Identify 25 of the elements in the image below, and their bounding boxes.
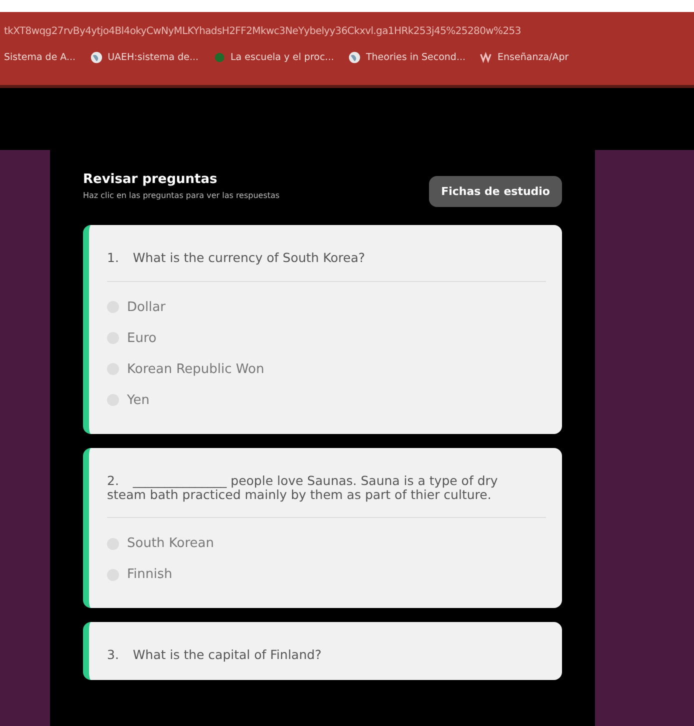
question-card[interactable]: 3. What is the capital of Finland? [83,622,562,680]
section-subtitle: Haz clic en las preguntas para ver las respuestas [83,191,280,200]
question-text: 3. What is the capital of Finland? [107,648,322,662]
option-label: Yen [127,392,150,408]
option-label: Dollar [127,300,166,315]
option-label: Euro [127,330,156,346]
globe-icon [90,51,103,64]
question-text: 1. What is the currency of South Korea? [107,251,366,265]
bookmark[interactable]: UAEH:sistema de... [90,51,199,64]
question-card[interactable]: 2. _______________ people love Saunas. Sauna is a type of dry steam bath practiced mainly by them as part of thier culture. South Korean Finnish [83,448,562,608]
question-card[interactable]: 1. What is the currency of South Korea? Dollar Euro Korean Republic Won Yen [83,225,562,434]
option-label: Finnish [127,567,172,582]
globe-icon [348,51,361,64]
bookmark[interactable]: Enseñanza/Apr [480,51,569,64]
question-text: 2. _______________ people love Saunas. Sauna is a type of dry steam bath practiced mainly by them as part of thier culture. [107,474,499,502]
logo-icon [480,51,493,64]
dot-icon [212,51,226,64]
option-label: Korean Republic Won [127,362,264,377]
address-bar[interactable]: tkXT8wqg27rvBy4ytjo4Bl4okyCwNyMLKYhadsH2FF2Mkwc3NeYybelyy36Ckxvl.ga1HRk253j45%25280w%253 [4,26,694,37]
bookmark[interactable]: Theories in Second... [348,51,466,64]
flashcards-button[interactable]: Fichas de estudio [429,176,562,207]
section-title: Revisar preguntas [83,172,218,187]
option-label: South Korean [127,536,214,552]
bookmark[interactable]: La escuela y el proc... [212,51,334,64]
bookmark[interactable]: Sistema de A... [4,51,76,64]
